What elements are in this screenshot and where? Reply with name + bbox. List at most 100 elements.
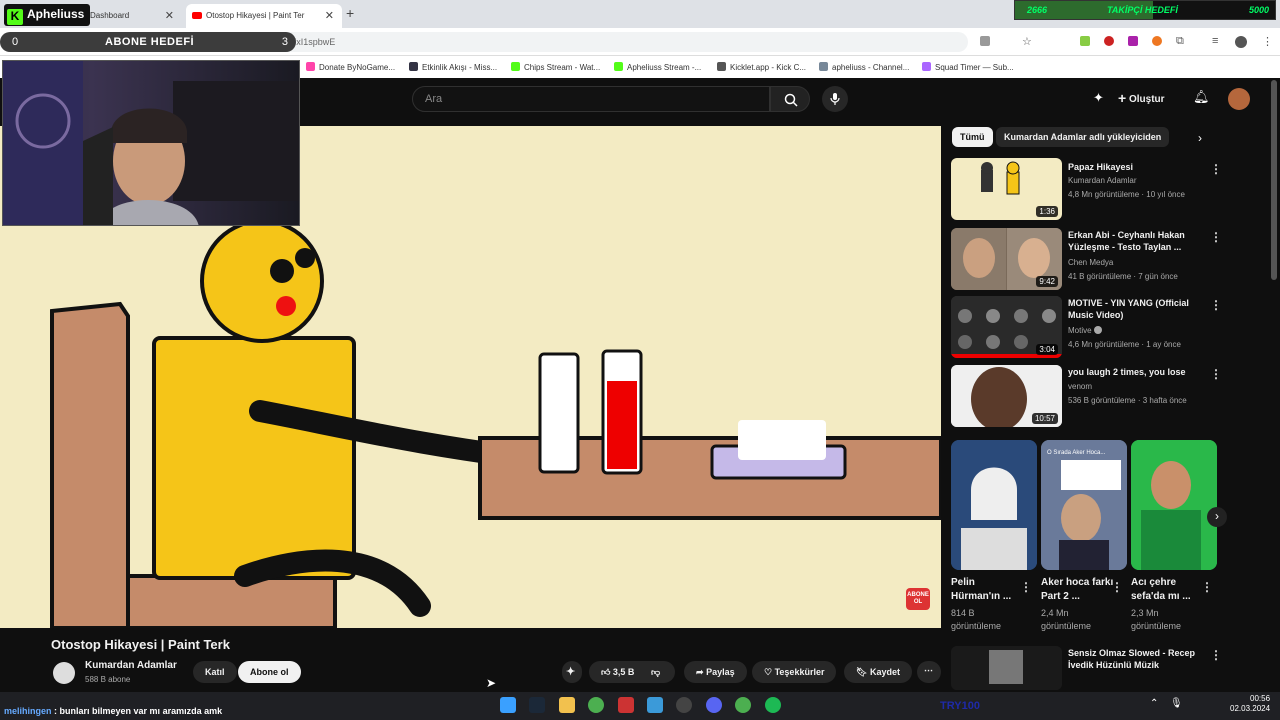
bookmark-star-icon[interactable]: ☆	[1022, 35, 1032, 48]
chip-label: Tümü	[960, 132, 985, 142]
scrollbar[interactable]	[1271, 80, 1277, 280]
thanks-button[interactable]: ♡ Teşekkürler	[752, 661, 837, 683]
app-icon[interactable]	[618, 697, 634, 713]
share-label: Paylaş	[706, 667, 735, 677]
rec-meta: 41 B görüntüleme · 7 gün önce	[1068, 272, 1178, 281]
subscribe-button[interactable]: Abone ol	[238, 661, 301, 683]
save-button[interactable]: 🔖︎ Kaydet	[844, 661, 912, 683]
chip-all[interactable]: Tümü	[952, 127, 993, 147]
short-title[interactable]: Pelin Hürman'ın ...	[951, 576, 1025, 604]
share-icon: ➦	[696, 667, 704, 677]
rec-thumbnail[interactable]: 3:04	[951, 296, 1062, 358]
more-actions-button[interactable]: ⋯	[917, 661, 941, 683]
kebab-menu-icon[interactable]: ⋮	[1111, 580, 1123, 594]
extensions-icon[interactable]: ⧉	[1176, 35, 1184, 48]
join-button[interactable]: Katıl	[193, 661, 237, 683]
search-icon	[784, 93, 798, 107]
sidepanel-icon[interactable]: ≡	[1212, 35, 1218, 47]
kebab-menu-icon[interactable]: ⋮	[1201, 580, 1213, 594]
subscribe-watermark[interactable]: ABONE OL	[906, 588, 930, 610]
rec-channel[interactable]: venom	[1068, 380, 1092, 393]
microphone-tray-icon[interactable]: 🎙︎	[1170, 698, 1183, 709]
profile-avatar[interactable]	[1235, 36, 1247, 48]
kick-icon	[511, 62, 520, 71]
extension-icon[interactable]	[1152, 36, 1162, 46]
bookmark-item[interactable]: Etkinlik Akışı - Miss...	[409, 62, 497, 72]
channel-avatar[interactable]	[53, 662, 75, 684]
rec-channel[interactable]: Motive	[1068, 324, 1102, 337]
rec-thumbnail[interactable]: 9:42	[951, 228, 1062, 290]
short-thumbnail[interactable]	[1131, 440, 1217, 570]
rec-title[interactable]: Papaz Hikayesi	[1068, 161, 1208, 173]
user-avatar[interactable]	[1228, 88, 1250, 110]
rec-title[interactable]: Erkan Abi - Ceyhanlı Hakan Yüzleşme - Te…	[1068, 229, 1208, 253]
tab-video[interactable]: Otostop Hikayesi | Paint Ter ✕	[186, 4, 342, 28]
rec-channel[interactable]: Kumardan Adamlar	[1068, 174, 1136, 187]
rec-channel[interactable]: Chen Medya	[1068, 256, 1113, 269]
new-tab-icon[interactable]: +	[346, 5, 354, 21]
search-button[interactable]	[770, 86, 810, 112]
rec-duration: 1:36	[1036, 206, 1058, 217]
dislike-button[interactable]: 👎︎	[651, 667, 660, 677]
short-thumbnail[interactable]: O Sırada Aker Hoca...	[1041, 440, 1127, 570]
kebab-menu-icon[interactable]: ⋮	[1210, 367, 1222, 381]
chrome-icon[interactable]	[588, 697, 604, 713]
close-tab-icon[interactable]: ✕	[325, 9, 334, 22]
clock-time: 00:56	[1250, 694, 1271, 703]
rec-title[interactable]: MOTIVE - YIN YANG (Official Music Video)	[1068, 297, 1208, 321]
steam-icon[interactable]	[529, 697, 545, 713]
chevron-right-icon[interactable]: ›	[1198, 131, 1202, 145]
kebab-menu-icon[interactable]: ⋮	[1210, 162, 1222, 176]
share-button[interactable]: ➦ Paylaş	[684, 661, 747, 683]
like-button[interactable]: 👍︎ 3,5 B	[601, 667, 634, 677]
spotify-icon[interactable]	[765, 697, 781, 713]
bookmark-item[interactable]: Kicklet.app - Kick C...	[717, 62, 806, 72]
tab-label: Dashboard	[90, 11, 130, 20]
app-icon[interactable]	[647, 697, 663, 713]
create-button[interactable]: + Oluştur	[1118, 90, 1165, 106]
short-title[interactable]: Aker hoca farkı Part 2 ...	[1041, 576, 1115, 604]
search-input[interactable]: Ara	[412, 86, 770, 112]
close-tab-icon[interactable]: ✕	[165, 9, 174, 22]
rec-thumbnail[interactable]: 1:36	[951, 158, 1062, 220]
rec-thumbnail[interactable]: 10:57	[951, 365, 1062, 427]
extension-icon[interactable]	[1104, 36, 1114, 46]
sparkle-icon[interactable]: ✦	[1093, 90, 1104, 106]
rec-thumbnail[interactable]	[951, 646, 1062, 690]
extension-icon[interactable]	[1128, 36, 1138, 46]
rec-title[interactable]: you laugh 2 times, you lose	[1068, 366, 1208, 378]
notifications-bell-icon[interactable]: 🔔︎	[1193, 89, 1210, 105]
discord-icon[interactable]	[706, 697, 722, 713]
short-thumbnail[interactable]	[951, 440, 1037, 570]
ask-ai-button[interactable]: ✦	[562, 661, 582, 683]
short-title[interactable]: Acı çehre sefa'da mı ...	[1131, 576, 1205, 604]
cast-icon[interactable]	[980, 36, 990, 46]
kebab-menu-icon[interactable]: ⋮	[1020, 580, 1032, 594]
rec-meta: 4,8 Mn görüntüleme · 10 yıl önce	[1068, 190, 1185, 199]
system-clock[interactable]: 00:56 02.03.2024	[1230, 694, 1270, 714]
tray-expand-icon[interactable]: ⌃	[1150, 698, 1158, 709]
chrome-icon[interactable]	[735, 697, 751, 713]
bookmark-item[interactable]: Donate ByNoGame...	[306, 62, 395, 72]
thumbs-down-icon: 👎︎	[650, 667, 661, 677]
bookmark-item[interactable]: apheliuss - Channel...	[819, 62, 909, 72]
file-explorer-icon[interactable]	[559, 697, 575, 713]
kebab-menu-icon[interactable]: ⋮	[1210, 648, 1222, 662]
rec-meta: 536 B görüntüleme · 3 hafta önce	[1068, 396, 1187, 405]
kebab-menu-icon[interactable]: ⋮	[1210, 298, 1222, 312]
kebab-menu-icon[interactable]: ⋮	[1210, 230, 1222, 244]
bookmark-item[interactable]: Chips Stream - Wat...	[511, 62, 600, 72]
bookmark-item[interactable]: Apheliuss Stream -...	[614, 62, 701, 72]
chip-uploader[interactable]: Kumardan Adamlar adlı yükleyiciden	[996, 127, 1170, 147]
thumbs-up-icon: 👍︎	[601, 667, 611, 677]
rec-thumbnail-art	[951, 646, 1062, 690]
shorts-next-icon[interactable]: ›	[1207, 507, 1227, 527]
app-icon[interactable]	[676, 697, 692, 713]
voice-search-button[interactable]	[822, 86, 848, 112]
channel-name[interactable]: Kumardan Adamlar	[85, 660, 177, 671]
menu-icon[interactable]: ⋮	[1262, 35, 1273, 48]
rec-title[interactable]: Sensiz Olmaz Slowed - Recep İvedik Hüzün…	[1068, 647, 1208, 671]
windows-start-icon[interactable]	[500, 697, 516, 713]
extension-icon[interactable]	[1080, 36, 1090, 46]
bookmark-item[interactable]: Squad Timer — Sub...	[922, 62, 1014, 72]
